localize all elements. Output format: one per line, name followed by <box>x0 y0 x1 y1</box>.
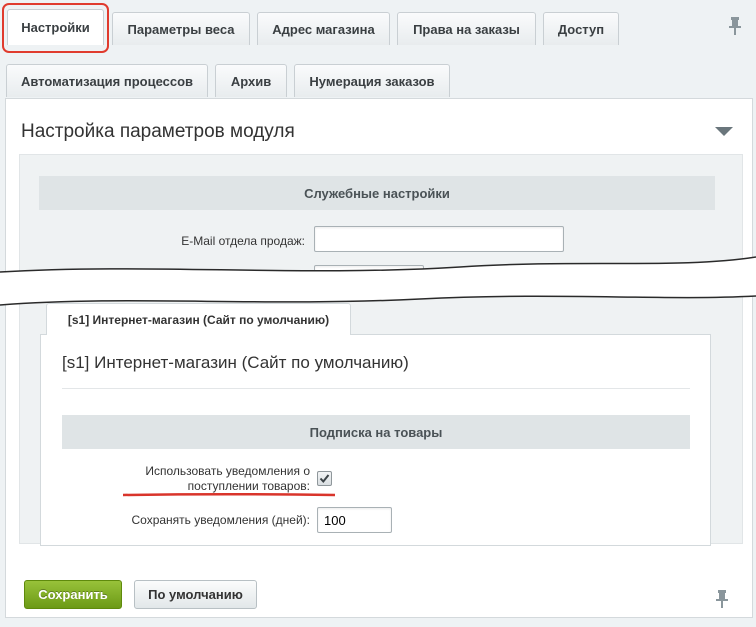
tab-store-address-label: Адрес магазина <box>272 21 375 37</box>
pin-icon-bottom[interactable] <box>715 589 729 609</box>
notify-label-line2: поступлении товаров: <box>187 479 310 493</box>
pin-icon[interactable] <box>728 16 742 36</box>
tab-weight-params-label: Параметры веса <box>127 21 235 37</box>
tab-order-numbering-label: Нумерация заказов <box>309 73 435 89</box>
tab-order-numbering[interactable]: Нумерация заказов <box>294 64 450 97</box>
keep-days-input[interactable] <box>317 507 392 533</box>
service-settings-heading: Служебные настройки <box>39 176 715 210</box>
tab-order-rights[interactable]: Права на заказы <box>397 12 536 45</box>
divider <box>62 388 690 389</box>
settings-window: Настройки Параметры веса Адрес магазина … <box>0 0 756 627</box>
default-button[interactable]: По умолчанию <box>134 580 257 609</box>
save-button[interactable]: Сохранить <box>24 580 122 609</box>
panel-title: Настройка параметров модуля <box>21 121 295 142</box>
notify-checkbox[interactable] <box>317 471 332 486</box>
keep-days-label: Сохранять уведомления (дней): <box>131 513 310 527</box>
tab-order-rights-label: Права на заказы <box>413 21 520 37</box>
tab-process-automation-label: Автоматизация процессов <box>20 73 194 89</box>
tab-access[interactable]: Доступ <box>543 12 619 45</box>
tab-access-label: Доступ <box>557 21 605 37</box>
tab-settings[interactable]: Настройки <box>7 9 104 45</box>
subscription-heading: Подписка на товары <box>62 415 690 449</box>
highlight-underline <box>123 493 335 497</box>
tab-store-address[interactable]: Адрес магазина <box>257 12 390 45</box>
email-label: E-Mail отдела продаж: <box>181 234 305 248</box>
sales-email-input[interactable] <box>314 226 564 252</box>
notify-label-line1: Использовать уведомления о <box>145 464 310 478</box>
tab-weight-params[interactable]: Параметры веса <box>112 12 250 45</box>
tab-process-automation[interactable]: Автоматизация процессов <box>6 64 208 97</box>
tab-archive[interactable]: Архив <box>215 64 287 97</box>
collapse-arrow-icon[interactable] <box>715 127 733 136</box>
tab-archive-label: Архив <box>230 73 272 89</box>
page-tear-divider <box>0 256 756 306</box>
site-title: [s1] Интернет-магазин (Сайт по умолчанию… <box>62 353 409 372</box>
tab-settings-label: Настройки <box>21 20 90 35</box>
check-icon <box>319 474 330 484</box>
